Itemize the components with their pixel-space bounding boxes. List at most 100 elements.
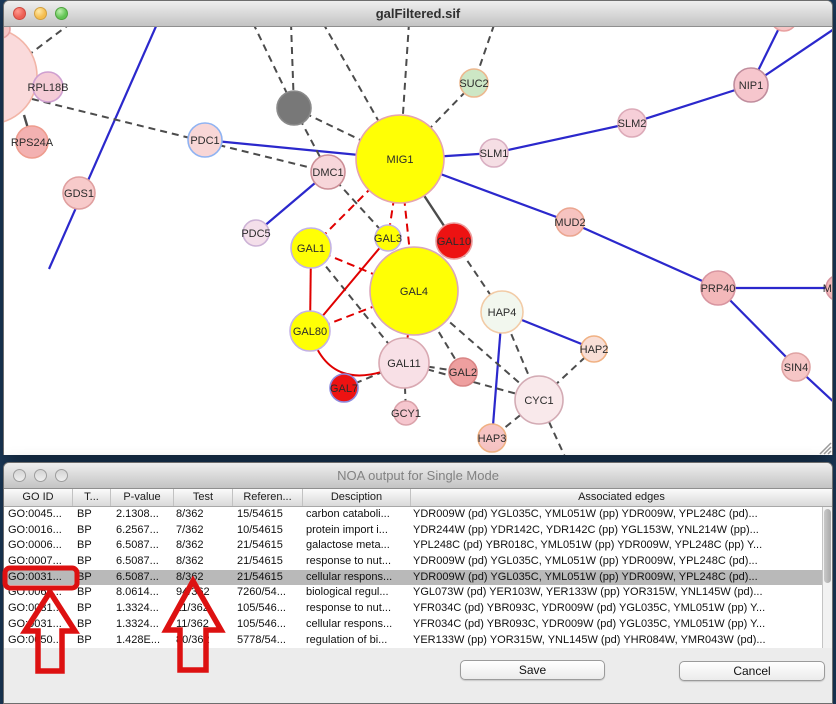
table-cell[interactable]: 6.5087... bbox=[111, 570, 174, 586]
table-row[interactable]: GO:0031...BP6.5087...8/36221/54615cellul… bbox=[4, 570, 832, 586]
node-label: HAP2 bbox=[580, 344, 609, 356]
scrollbar-thumb[interactable] bbox=[824, 509, 831, 583]
table-cell[interactable]: BP bbox=[73, 523, 111, 539]
table-cell[interactable]: carbon cataboli... bbox=[303, 507, 411, 523]
table-cell[interactable]: 5778/54... bbox=[233, 633, 303, 649]
network-node[interactable] bbox=[771, 27, 797, 31]
table-cell[interactable]: 6.5087... bbox=[111, 554, 174, 570]
table-cell[interactable]: galactose meta... bbox=[303, 538, 411, 554]
table-row[interactable]: GO:0045...BP2.1308...8/36215/54615carbon… bbox=[4, 507, 832, 523]
cancel-button[interactable]: Cancel bbox=[679, 661, 825, 681]
column-header-p-value[interactable]: P-value bbox=[111, 489, 174, 506]
network-window-titlebar[interactable]: galFiltered.sif bbox=[4, 1, 832, 27]
table-cell[interactable]: GO:0031... bbox=[4, 617, 73, 633]
node-label: PDC5 bbox=[241, 228, 270, 240]
table-row[interactable]: GO:0007...BP6.5087...8/36221/54615respon… bbox=[4, 554, 832, 570]
table-cell[interactable]: GO:0031... bbox=[4, 570, 73, 586]
table-cell[interactable]: 105/546... bbox=[233, 617, 303, 633]
table-cell[interactable]: response to nut... bbox=[303, 554, 411, 570]
table-row[interactable]: GO:0050...BP1.428E...80/3625778/54...reg… bbox=[4, 633, 832, 649]
network-node[interactable] bbox=[277, 91, 311, 125]
table-cell[interactable]: GO:0031... bbox=[4, 601, 73, 617]
column-header-t[interactable]: T... bbox=[73, 489, 111, 506]
table-cell[interactable]: BP bbox=[73, 507, 111, 523]
noa-window-titlebar[interactable]: NOA output for Single Mode bbox=[4, 463, 832, 489]
network-edge bbox=[632, 85, 751, 123]
table-cell[interactable]: BP bbox=[73, 617, 111, 633]
column-header-desciption[interactable]: Desciption bbox=[303, 489, 411, 506]
table-cell[interactable]: 6.5087... bbox=[111, 538, 174, 554]
table-cell[interactable]: GO:0065... bbox=[4, 585, 73, 601]
node-label: GAL1 bbox=[297, 243, 325, 255]
table-cell[interactable]: 8.0614... bbox=[111, 585, 174, 601]
table-cell[interactable]: YGL073W (pd) YER103W, YER133W (pp) YOR31… bbox=[411, 585, 832, 601]
table-cell[interactable]: YFR034C (pd) YBR093C, YDR009W (pd) YGL03… bbox=[411, 601, 832, 617]
table-row[interactable]: GO:0031...BP1.3324...11/362105/546...res… bbox=[4, 601, 832, 617]
table-cell[interactable]: protein import i... bbox=[303, 523, 411, 539]
table-cell[interactable]: BP bbox=[73, 601, 111, 617]
column-header-go-id[interactable]: GO ID bbox=[4, 489, 73, 506]
node-label: MIG1 bbox=[387, 154, 414, 166]
table-cell[interactable]: GO:0016... bbox=[4, 523, 73, 539]
table-cell[interactable]: 1.428E... bbox=[111, 633, 174, 649]
table-cell[interactable]: 94/362 bbox=[174, 585, 233, 601]
table-cell[interactable]: 21/54615 bbox=[233, 538, 303, 554]
table-cell[interactable]: YER133W (pp) YOR315W, YNL145W (pd) YHR08… bbox=[411, 633, 832, 649]
table-cell[interactable]: 15/54615 bbox=[233, 507, 303, 523]
table-cell[interactable]: regulation of bi... bbox=[303, 633, 411, 649]
table-cell[interactable]: 6.2567... bbox=[111, 523, 174, 539]
table-cell[interactable]: YDR009W (pd) YGL035C, YML051W (pp) YDR00… bbox=[411, 554, 832, 570]
table-cell[interactable]: YPL248C (pd) YBR018C, YML051W (pp) YDR00… bbox=[411, 538, 832, 554]
table-cell[interactable]: BP bbox=[73, 633, 111, 649]
table-cell[interactable]: 7260/54... bbox=[233, 585, 303, 601]
table-cell[interactable]: YFR034C (pd) YBR093C, YDR009W (pd) YGL03… bbox=[411, 617, 832, 633]
node-label: CYC1 bbox=[524, 395, 553, 407]
table-row[interactable]: GO:0065...BP8.0614...94/3627260/54...bio… bbox=[4, 585, 832, 601]
table-cell[interactable]: GO:0006... bbox=[4, 538, 73, 554]
node-label: GAL10 bbox=[437, 236, 471, 248]
table-cell[interactable]: cellular respons... bbox=[303, 570, 411, 586]
table-cell[interactable]: 11/362 bbox=[174, 617, 233, 633]
table-row[interactable]: GO:0031...BP1.3324...11/362105/546...cel… bbox=[4, 617, 832, 633]
table-cell[interactable]: 1.3324... bbox=[111, 617, 174, 633]
column-header-associated-edges[interactable]: Associated edges bbox=[411, 489, 832, 506]
table-cell[interactable]: 8/362 bbox=[174, 570, 233, 586]
table-cell[interactable]: YDR244W (pp) YDR142C, YDR142C (pp) YGL15… bbox=[411, 523, 832, 539]
table-cell[interactable]: BP bbox=[73, 554, 111, 570]
table-cell[interactable]: 105/546... bbox=[233, 601, 303, 617]
table-cell[interactable]: 8/362 bbox=[174, 554, 233, 570]
table-cell[interactable]: 1.3324... bbox=[111, 601, 174, 617]
network-canvas-svg[interactable]: RPL18BRPS24AGDS1PDC1DMC1MIG1SUC2SLM1SLM2… bbox=[4, 27, 832, 455]
table-cell[interactable]: 8/362 bbox=[174, 507, 233, 523]
table-cell[interactable]: 7/362 bbox=[174, 523, 233, 539]
network-node[interactable] bbox=[4, 28, 37, 124]
node-label: MUD2 bbox=[554, 217, 585, 229]
table-cell[interactable]: YDR009W (pd) YGL035C, YML051W (pp) YDR00… bbox=[411, 507, 832, 523]
table-cell[interactable]: GO:0050... bbox=[4, 633, 73, 649]
noa-table-header[interactable]: GO IDT...P-valueTestReferen...Desciption… bbox=[4, 489, 832, 507]
column-header-test[interactable]: Test bbox=[174, 489, 233, 506]
table-cell[interactable]: 10/54615 bbox=[233, 523, 303, 539]
table-scrollbar[interactable] bbox=[822, 507, 832, 648]
table-cell[interactable]: 80/362 bbox=[174, 633, 233, 649]
table-cell[interactable]: 21/54615 bbox=[233, 570, 303, 586]
table-cell[interactable]: GO:0007... bbox=[4, 554, 73, 570]
table-cell[interactable]: BP bbox=[73, 538, 111, 554]
save-button[interactable]: Save bbox=[460, 660, 605, 680]
table-cell[interactable]: cellular respons... bbox=[303, 617, 411, 633]
table-cell[interactable]: GO:0045... bbox=[4, 507, 73, 523]
table-cell[interactable]: 11/362 bbox=[174, 601, 233, 617]
table-cell[interactable]: biological regul... bbox=[303, 585, 411, 601]
table-cell[interactable]: 8/362 bbox=[174, 538, 233, 554]
table-row[interactable]: GO:0016...BP6.2567...7/36210/54615protei… bbox=[4, 523, 832, 539]
resize-grip[interactable] bbox=[828, 451, 831, 454]
network-canvas[interactable]: RPL18BRPS24AGDS1PDC1DMC1MIG1SUC2SLM1SLM2… bbox=[4, 27, 832, 455]
table-row[interactable]: GO:0006...BP6.5087...8/36221/54615galact… bbox=[4, 538, 832, 554]
table-cell[interactable]: BP bbox=[73, 585, 111, 601]
table-cell[interactable]: 2.1308... bbox=[111, 507, 174, 523]
table-cell[interactable]: 21/54615 bbox=[233, 554, 303, 570]
table-cell[interactable]: YDR009W (pd) YGL035C, YML051W (pp) YDR00… bbox=[411, 570, 832, 586]
table-cell[interactable]: BP bbox=[73, 570, 111, 586]
table-cell[interactable]: response to nut... bbox=[303, 601, 411, 617]
column-header-referen[interactable]: Referen... bbox=[233, 489, 303, 506]
